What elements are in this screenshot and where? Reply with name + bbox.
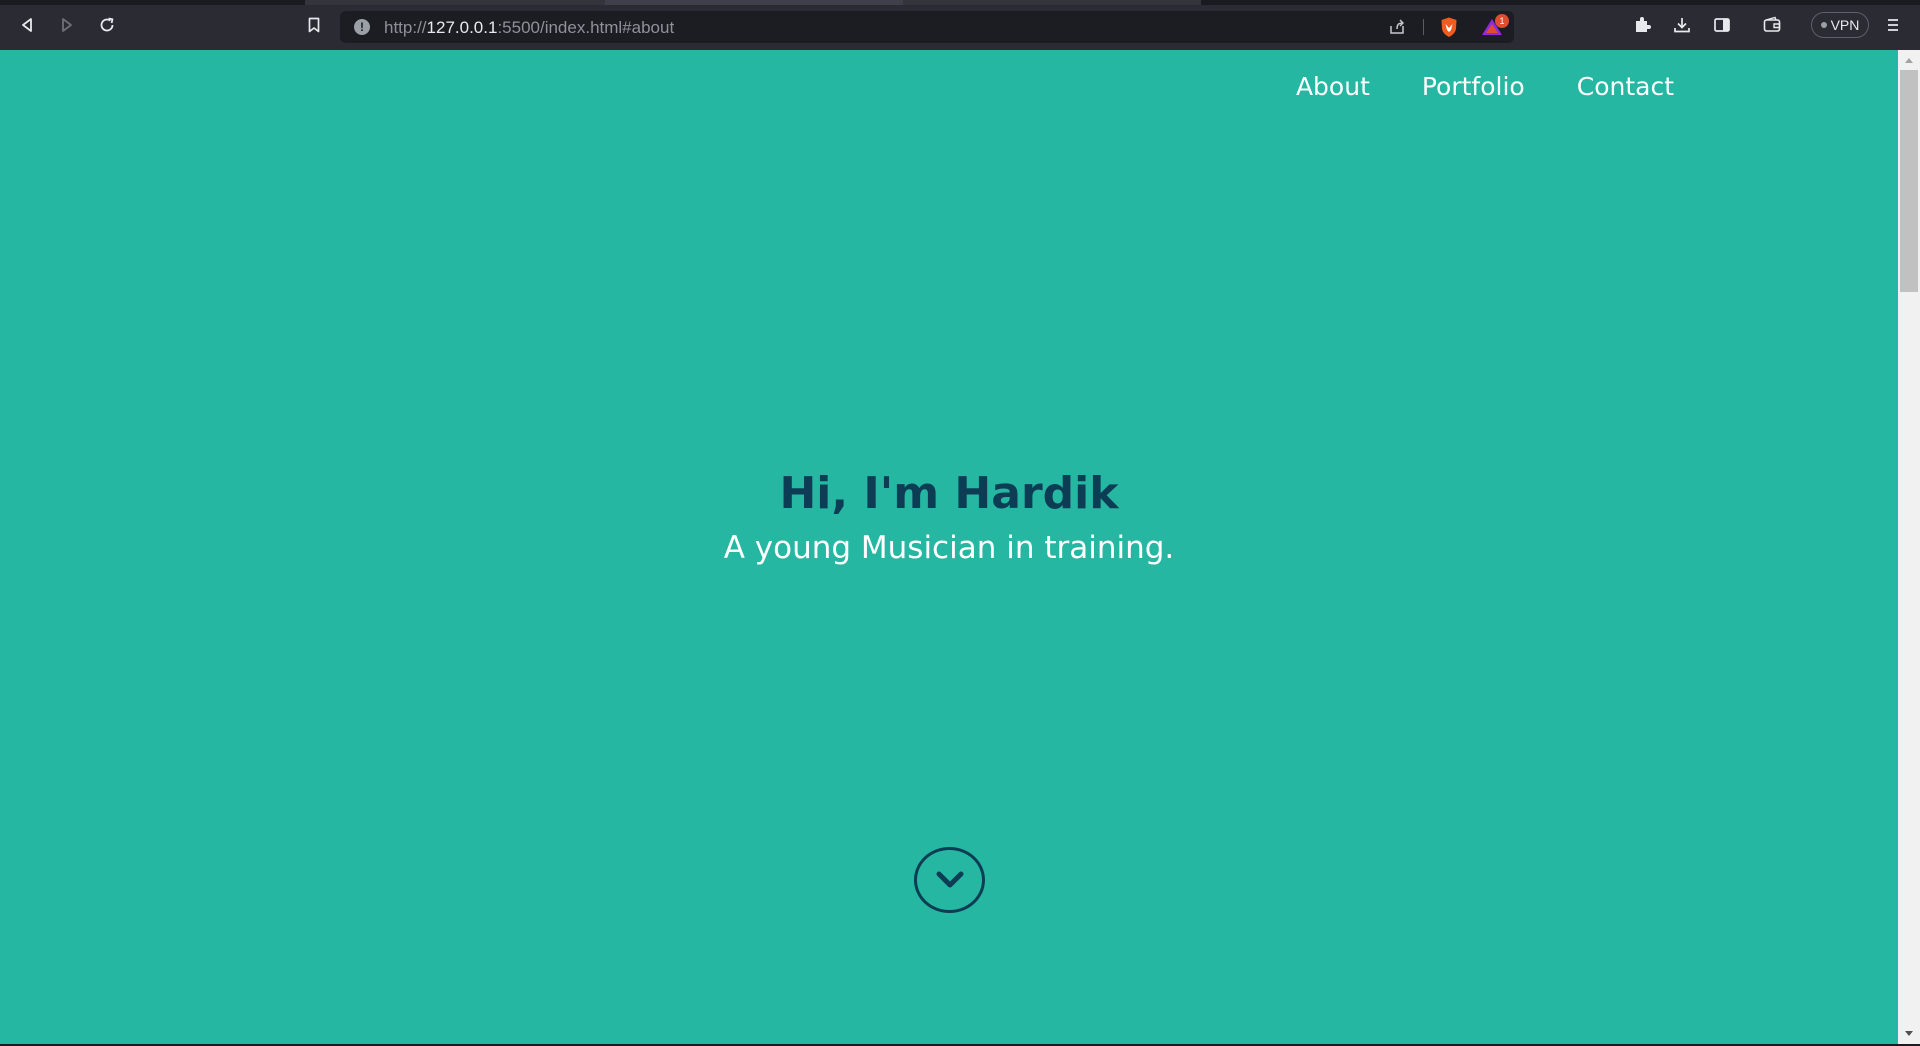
menu-button[interactable] [1882, 14, 1904, 36]
nav-about-link[interactable]: About [1296, 72, 1370, 101]
vertical-scrollbar[interactable] [1898, 50, 1920, 1044]
url-host: 127.0.0.1 [426, 18, 498, 37]
info-icon[interactable]: ! [354, 19, 370, 35]
chevron-down-icon [936, 871, 963, 888]
sidebar-icon [1714, 18, 1730, 32]
scroll-up-arrow[interactable] [1905, 58, 1913, 63]
brave-shield-icon[interactable] [1438, 16, 1460, 38]
sidebar-button[interactable] [1711, 14, 1733, 36]
back-icon [22, 18, 32, 32]
hero-subtitle: A young Musician in training. [723, 530, 1175, 566]
scroll-down-button[interactable] [914, 847, 985, 913]
scroll-down-arrow[interactable] [1905, 1031, 1913, 1036]
nav-contact-link[interactable]: Contact [1577, 72, 1674, 101]
vpn-label: VPN [1830, 17, 1860, 33]
menu-icon [1888, 19, 1898, 31]
url-text[interactable]: http://127.0.0.1:5500/index.html#about [384, 18, 674, 38]
vpn-button[interactable]: VPN [1811, 12, 1869, 38]
wallet-icon [1763, 16, 1781, 32]
vpn-status-dot [1820, 22, 1827, 28]
reload-button[interactable] [95, 13, 119, 37]
url-scheme: http:// [384, 18, 427, 37]
url-path: :5500/index.html#about [497, 18, 675, 37]
tab-active[interactable] [605, 0, 903, 5]
downloads-button[interactable] [1671, 14, 1693, 36]
tab-strip [0, 0, 1920, 5]
scrollbar-thumb[interactable] [1900, 70, 1918, 292]
extensions-icon [1636, 17, 1651, 32]
hero-title: Hi, I'm Hardik [779, 468, 1119, 519]
forward-button[interactable] [55, 13, 79, 37]
bookmark-button[interactable] [302, 13, 326, 37]
reload-icon [100, 17, 114, 32]
browser-toolbar: ! http://127.0.0.1:5500/index.html#about… [0, 0, 1920, 50]
rewards-badge: 1 [1495, 14, 1509, 28]
downloads-icon [1674, 18, 1690, 33]
back-button[interactable] [15, 13, 39, 37]
share-icon[interactable] [1388, 18, 1406, 36]
site-nav: About Portfolio Contact [1296, 72, 1674, 101]
wallet-button[interactable] [1761, 14, 1783, 36]
nav-portfolio-link[interactable]: Portfolio [1422, 72, 1525, 101]
tab[interactable] [903, 0, 1201, 5]
bookmark-icon [308, 17, 320, 33]
page-viewport: About Portfolio Contact Hi, I'm Hardik A… [0, 50, 1898, 1044]
extensions-button[interactable] [1631, 14, 1653, 36]
forward-icon [62, 18, 72, 32]
address-bar[interactable]: ! http://127.0.0.1:5500/index.html#about… [340, 11, 1514, 43]
divider [1423, 19, 1424, 35]
tab[interactable] [305, 0, 605, 5]
